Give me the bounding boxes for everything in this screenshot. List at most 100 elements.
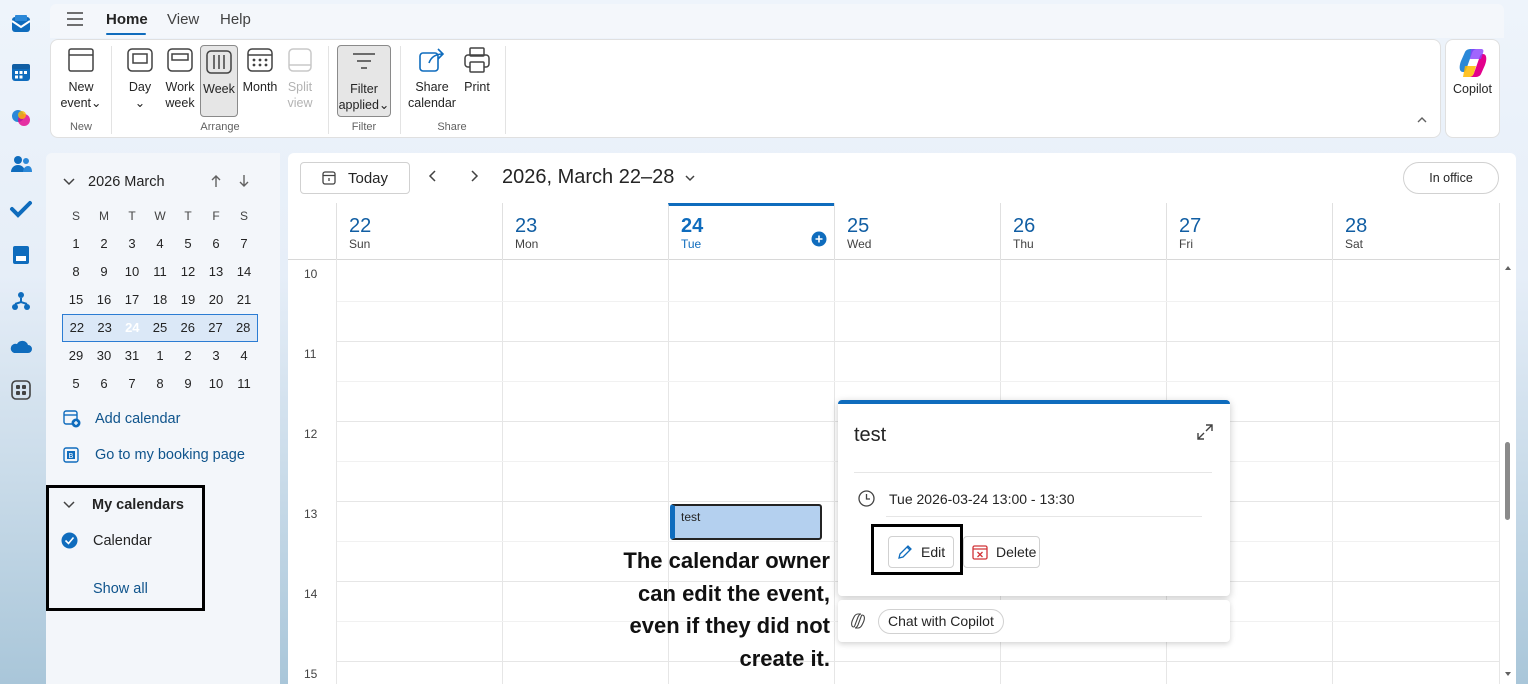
today-button[interactable]: Today: [300, 162, 410, 194]
mini-calendar-day[interactable]: 11: [230, 370, 258, 398]
chevron-left-icon[interactable]: [428, 169, 438, 183]
mini-calendar-day[interactable]: 27: [202, 315, 230, 341]
mini-calendar-day[interactable]: 31: [118, 342, 146, 370]
mini-calendar-day[interactable]: 19: [174, 286, 202, 314]
delete-button[interactable]: Delete: [963, 536, 1040, 568]
day-header[interactable]: 26 Thu: [1000, 203, 1166, 259]
calendar-item[interactable]: Calendar: [61, 532, 152, 549]
day-header[interactable]: 22 Sun: [336, 203, 502, 259]
chevron-right-icon[interactable]: [469, 169, 479, 183]
onedrive-icon[interactable]: [9, 335, 33, 359]
mini-calendar-selected-week: 22 23 24 25 26 27 28: [62, 314, 258, 342]
mini-calendar-day[interactable]: 11: [146, 258, 174, 286]
hamburger-menu-icon[interactable]: [66, 11, 84, 27]
mini-calendar-day[interactable]: 14: [230, 258, 258, 286]
print-button[interactable]: Print: [459, 44, 495, 95]
filter-applied-button[interactable]: Filter applied⌄: [337, 45, 391, 117]
mini-calendar-day[interactable]: 9: [90, 258, 118, 286]
mini-calendar-day[interactable]: 5: [174, 230, 202, 258]
org-icon[interactable]: [9, 289, 33, 313]
mini-calendar-day[interactable]: 2: [90, 230, 118, 258]
mini-calendar-day[interactable]: 17: [118, 286, 146, 314]
mini-calendar-day[interactable]: 8: [62, 258, 90, 286]
mini-calendar-day[interactable]: 2: [174, 342, 202, 370]
day-header[interactable]: 27 Fri: [1166, 203, 1332, 259]
calendar-today-icon: [322, 171, 336, 185]
work-location-button[interactable]: In office: [1403, 162, 1499, 194]
mini-calendar-day[interactable]: 30: [90, 342, 118, 370]
calendar-icon[interactable]: [9, 60, 33, 84]
mini-calendar-day[interactable]: 10: [118, 258, 146, 286]
mini-calendar-day[interactable]: 22: [63, 315, 91, 341]
mini-calendar-today[interactable]: 24: [118, 315, 146, 341]
mini-calendar-day[interactable]: 25: [146, 315, 174, 341]
share-calendar-button[interactable]: Share calendar: [407, 44, 457, 111]
tab-view[interactable]: View: [167, 11, 199, 28]
chevron-down-icon[interactable]: [62, 177, 76, 187]
add-event-icon[interactable]: [811, 231, 827, 247]
divider: [886, 516, 1202, 517]
mini-calendar-day[interactable]: 1: [146, 342, 174, 370]
week-view-button[interactable]: Week: [200, 45, 238, 117]
calendar-event[interactable]: test: [670, 504, 822, 540]
date-range-picker[interactable]: 2026, March 22–28: [502, 166, 696, 189]
mini-calendar-day[interactable]: 21: [230, 286, 258, 314]
tab-home[interactable]: Home: [106, 11, 148, 28]
more-apps-icon[interactable]: [9, 378, 33, 402]
todo-icon[interactable]: [9, 197, 33, 221]
ribbon-separator: [400, 46, 401, 134]
mail-icon[interactable]: [9, 12, 33, 36]
copilot-button[interactable]: Copilot: [1445, 39, 1500, 138]
new-event-button[interactable]: New event⌄: [59, 44, 103, 111]
people-icon[interactable]: [9, 152, 33, 176]
mini-calendar-day[interactable]: 12: [174, 258, 202, 286]
mini-calendar-day[interactable]: 3: [118, 230, 146, 258]
arrow-down-icon[interactable]: [238, 174, 250, 188]
collapse-ribbon-icon[interactable]: [1416, 116, 1428, 124]
mini-calendar-day[interactable]: 1: [62, 230, 90, 258]
mini-calendar-title[interactable]: 2026 March: [88, 174, 165, 190]
mini-calendar-day[interactable]: 20: [202, 286, 230, 314]
split-view-button[interactable]: Split view: [283, 44, 317, 111]
arrow-up-icon[interactable]: [210, 174, 222, 188]
mini-calendar-day[interactable]: 9: [174, 370, 202, 398]
mini-calendar-day[interactable]: 8: [146, 370, 174, 398]
files-icon[interactable]: [9, 243, 33, 267]
mini-calendar-day[interactable]: 6: [202, 230, 230, 258]
mini-calendar-day[interactable]: 13: [202, 258, 230, 286]
add-calendar-link[interactable]: Add calendar: [63, 410, 180, 428]
day-header-today[interactable]: 24 Tue: [668, 203, 834, 259]
mini-calendar-day[interactable]: 5: [62, 370, 90, 398]
tab-help[interactable]: Help: [220, 11, 251, 28]
mini-calendar-day[interactable]: 23: [91, 315, 119, 341]
mini-calendar-day[interactable]: 29: [62, 342, 90, 370]
mini-calendar-day[interactable]: 3: [202, 342, 230, 370]
day-header[interactable]: 28 Sat: [1332, 203, 1500, 259]
copilot-icon: [1457, 48, 1489, 78]
mini-calendar-day[interactable]: 28: [229, 315, 257, 341]
day-header[interactable]: 23 Mon: [502, 203, 668, 259]
mini-calendar-week: 29 30 31 1 2 3 4: [62, 342, 258, 370]
mini-calendar-day[interactable]: 15: [62, 286, 90, 314]
mini-calendar-day[interactable]: 16: [90, 286, 118, 314]
mini-calendar-day[interactable]: 6: [90, 370, 118, 398]
show-all-link[interactable]: Show all: [93, 581, 148, 597]
mini-calendar-day[interactable]: 4: [230, 342, 258, 370]
mini-calendar-day[interactable]: 10: [202, 370, 230, 398]
share-icon: [417, 44, 447, 76]
mini-calendar-day[interactable]: 7: [230, 230, 258, 258]
day-view-button[interactable]: Day ⌄: [123, 44, 157, 111]
mini-calendar-day[interactable]: 7: [118, 370, 146, 398]
mini-calendar-day[interactable]: 18: [146, 286, 174, 314]
day-header[interactable]: 25 Wed: [834, 203, 1000, 259]
work-week-view-button[interactable]: Work week: [163, 44, 197, 111]
expand-icon[interactable]: [1197, 424, 1213, 440]
mini-calendar-day[interactable]: 4: [146, 230, 174, 258]
mini-calendar-day[interactable]: 26: [174, 315, 202, 341]
chat-with-copilot-button[interactable]: Chat with Copilot: [878, 609, 1004, 634]
copilot-app-icon[interactable]: [9, 106, 33, 130]
booking-page-link[interactable]: B Go to my booking page: [63, 446, 245, 464]
my-calendars-header[interactable]: My calendars: [62, 497, 184, 513]
month-view-button[interactable]: Month: [242, 44, 278, 95]
scrollbar[interactable]: [1502, 262, 1514, 682]
